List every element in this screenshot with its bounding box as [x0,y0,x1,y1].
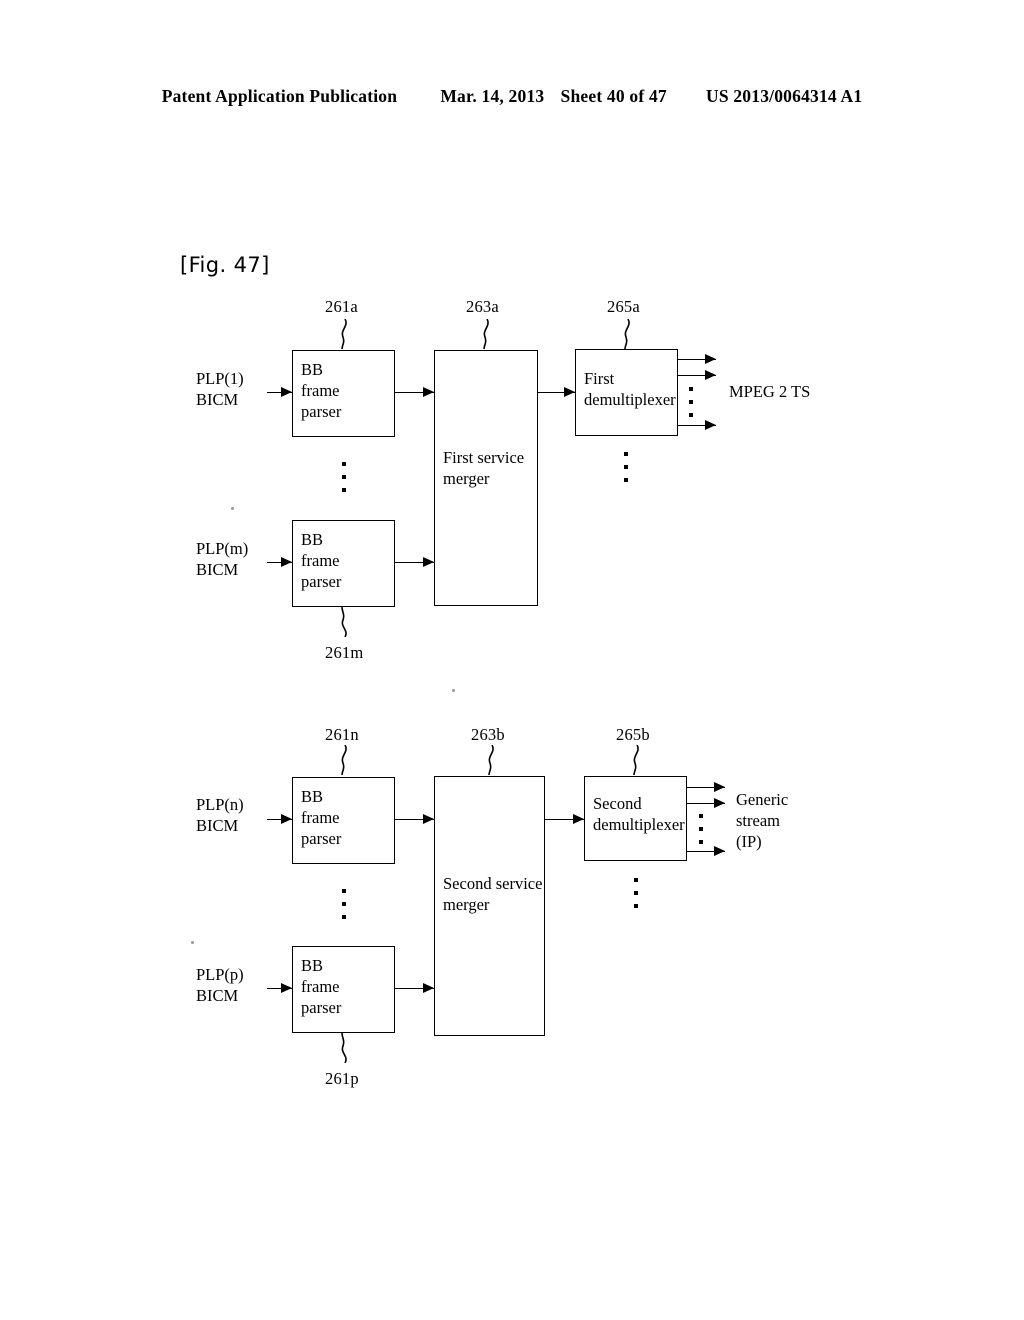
header-publication: Patent Application Publication [161,86,398,106]
arrowhead-263a-to-265a [564,387,575,397]
leader-squiggle-263a [478,319,494,349]
scan-speck [191,941,194,944]
bb-frame-parser-261a[interactable]: BB frame parser [292,350,395,437]
bb-frame-parser-261n[interactable]: BB frame parser [292,777,395,864]
ref-numeral-261a: 261a [325,297,358,316]
bb-frame-parser-261p[interactable]: BB frame parser [292,946,395,1033]
ref-numeral-265a: 265a [607,297,640,316]
input-arrowhead-plp-1 [281,387,292,397]
input-arrowhead-plp-p [281,983,292,993]
figure-label: [Fig. 47] [180,253,270,277]
ellipsis-parsers-bottom [342,889,346,919]
scan-speck [231,507,234,510]
output-label-generic-stream: Generic stream (IP) [736,790,789,851]
ellipsis-parsers-top [342,462,346,492]
ref-numeral-261m: 261m [325,643,364,662]
header-date: Mar. 14, 2013 [440,86,545,106]
header-patent-number: US 2013/0064314 A1 [706,86,863,106]
output-arrowhead-top-1 [705,354,716,364]
arrowhead-261n-to-263b [423,814,434,824]
output-arrowhead-bottom-2 [714,798,725,808]
ref-numeral-265b: 265b [616,725,650,744]
ellipsis-demux-top [624,452,628,482]
bb-frame-parser-261m-label: BB frame parser [301,530,342,591]
input-arrowhead-plp-n [281,814,292,824]
ref-numeral-263b: 263b [471,725,505,744]
first-service-merger[interactable]: First service merger [434,350,538,606]
leader-squiggle-261a [336,319,352,349]
leader-squiggle-261n [336,745,352,775]
leader-squiggle-263b [483,745,499,775]
second-demultiplexer-label: Second demultiplexer [593,794,685,834]
bb-frame-parser-261p-label: BB frame parser [301,956,342,1017]
output-arrowhead-top-3 [705,420,716,430]
leader-squiggle-261p [336,1033,352,1063]
bb-frame-parser-261m[interactable]: BB frame parser [292,520,395,607]
arrowhead-261p-to-263b [423,983,434,993]
second-demultiplexer[interactable]: Second demultiplexer [584,776,687,861]
bb-frame-parser-261n-label: BB frame parser [301,787,342,848]
ellipsis-outputs-bottom [699,814,703,844]
ellipsis-demux-bottom [634,878,638,908]
leader-squiggle-261m [336,607,352,637]
leader-squiggle-265b [628,745,644,775]
ref-numeral-263a: 263a [466,297,499,316]
output-arrowhead-bottom-1 [714,782,725,792]
input-label-plp-n: PLP(n) BICM [196,795,244,835]
arrowhead-263b-to-265b [573,814,584,824]
second-service-merger[interactable]: Second service merger [434,776,545,1036]
second-service-merger-label: Second service merger [443,874,543,914]
input-arrowhead-plp-m [281,557,292,567]
ref-numeral-261p: 261p [325,1069,359,1088]
ellipsis-outputs-top [689,387,693,417]
first-demultiplexer[interactable]: First demultiplexer [575,349,678,436]
output-arrowhead-bottom-3 [714,846,725,856]
first-service-merger-label: First service merger [443,448,525,488]
input-label-plp-p: PLP(p) BICM [196,965,244,1005]
output-label-mpeg2ts: MPEG 2 TS [729,382,811,401]
input-label-plp-m: PLP(m) BICM [196,539,249,579]
header-sheet: Sheet 40 of 47 [560,86,667,106]
page-header: Patent Application Publication Mar. 14, … [0,86,1024,107]
arrowhead-261a-to-263a [423,387,434,397]
input-label-plp-1: PLP(1) BICM [196,369,244,409]
leader-squiggle-265a [619,319,635,349]
arrowhead-261m-to-263a [423,557,434,567]
ref-numeral-261n: 261n [325,725,359,744]
output-arrowhead-top-2 [705,370,716,380]
first-demultiplexer-label: First demultiplexer [584,369,676,409]
scan-speck [452,689,455,692]
bb-frame-parser-261a-label: BB frame parser [301,360,342,421]
